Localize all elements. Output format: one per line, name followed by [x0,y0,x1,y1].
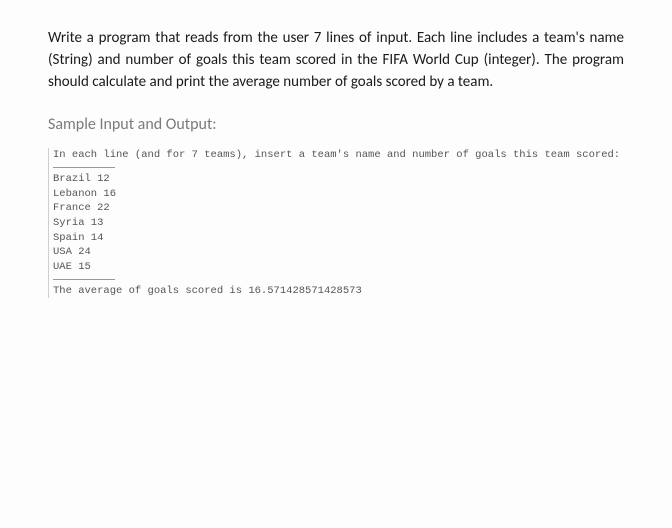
divider-bottom [53,279,115,280]
sample-input-line: Spain 14 [53,231,624,246]
sample-input-line: UAE 15 [53,260,624,275]
sample-heading: Sample Input and Output: [48,115,624,134]
sample-prompt-line: In each line (and for 7 teams), insert a… [53,148,624,163]
divider-top [53,167,115,168]
sample-result-line: The average of goals scored is 16.571428… [53,284,624,299]
sample-input-line: France 22 [53,201,624,216]
sample-output-box: In each line (and for 7 teams), insert a… [48,148,624,298]
sample-input-line: Syria 13 [53,216,624,231]
sample-input-line: Brazil 12 [53,172,624,187]
sample-input-line: USA 24 [53,245,624,260]
sample-input-line: Lebanon 16 [53,187,624,202]
problem-statement: Write a program that reads from the user… [48,28,624,93]
